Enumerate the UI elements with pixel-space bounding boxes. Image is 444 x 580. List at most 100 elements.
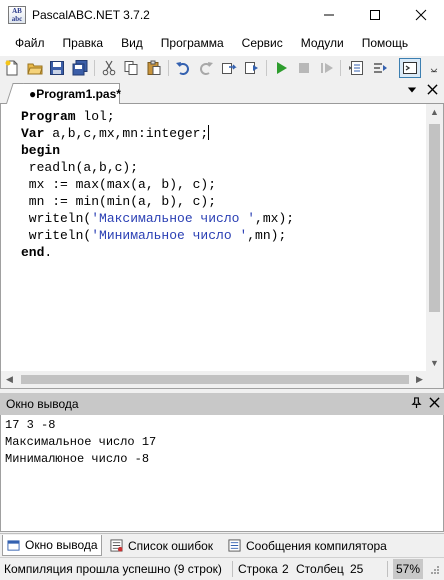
copy-button[interactable]: [122, 59, 140, 77]
code-text[interactable]: Program lol; Var a,b,c,mx,mn:integer; be…: [21, 108, 294, 261]
minimize-icon: [324, 14, 334, 16]
code-line: readln(a,b,c);: [21, 160, 139, 175]
tab-program1[interactable]: ●Program1.pas*: [14, 83, 121, 105]
app-logo-icon: AB abc: [8, 6, 26, 24]
run-to-button[interactable]: [243, 59, 261, 77]
menu-service[interactable]: Сервис: [235, 30, 290, 56]
new-file-button[interactable]: [3, 59, 21, 77]
resize-grip-icon[interactable]: [430, 564, 440, 578]
status-message: Компиляция прошла успешно (9 строк): [4, 562, 222, 576]
cut-icon: [102, 60, 116, 76]
code-line: writeln('Минимальное число ',mn);: [21, 228, 287, 243]
status-line-value: 2: [282, 562, 289, 576]
save-icon: [50, 61, 64, 75]
chevron-down-icon: [407, 87, 417, 93]
run-to-icon: [245, 62, 258, 74]
code-line: end.: [21, 245, 53, 260]
output-panel-title: Окно вывода: [6, 397, 79, 411]
output-line: Максимальное число 17: [5, 435, 157, 449]
tab-list-dropdown[interactable]: [404, 84, 420, 98]
tab-compiler-messages-label: Сообщения компилятора: [246, 538, 387, 553]
paste-icon: [147, 60, 161, 75]
menu-edit[interactable]: Правка: [56, 30, 111, 56]
editor-vertical-scrollbar[interactable]: ▲ ▼: [426, 104, 443, 372]
code-line: mn := min(min(a, b), c);: [21, 194, 217, 209]
cut-button[interactable]: [100, 59, 118, 77]
status-separator: [387, 561, 388, 577]
close-icon: [426, 84, 438, 95]
format-button[interactable]: [347, 59, 365, 77]
bottom-tab-strip: Окно вывода Список ошибок Сообщения комп…: [0, 533, 444, 557]
save-all-button[interactable]: [71, 59, 89, 77]
copy-icon: [124, 61, 138, 75]
tab-compiler-messages[interactable]: Сообщения компилятора: [224, 535, 394, 556]
step-button[interactable]: [318, 59, 336, 77]
stop-icon: [299, 63, 309, 73]
redo-icon: [200, 62, 213, 75]
tab-output-window-label: Окно вывода: [25, 538, 98, 552]
output-line: Минималюное число -8: [5, 452, 150, 466]
toolbar-separator: [266, 60, 267, 76]
scroll-thumb[interactable]: [21, 375, 409, 384]
open-folder-icon: [27, 63, 43, 75]
new-file-icon: [5, 60, 18, 76]
open-button[interactable]: [26, 59, 44, 77]
output-line: 17 3 -8: [5, 418, 56, 432]
find-button[interactable]: [371, 59, 389, 77]
status-separator: [232, 561, 233, 577]
scroll-thumb[interactable]: [429, 124, 440, 312]
close-button[interactable]: [398, 0, 444, 30]
menu-file[interactable]: Файл: [8, 30, 52, 56]
text-caret: [208, 125, 210, 140]
scroll-down-icon[interactable]: ▼: [426, 355, 443, 372]
pin-button[interactable]: [408, 396, 424, 412]
tab-error-list[interactable]: Список ошибок: [106, 535, 220, 556]
title-bar: AB abc PascalABC.NET 3.7.2: [0, 0, 444, 30]
tab-error-list-label: Список ошибок: [128, 538, 214, 553]
toolbar-separator: [340, 60, 341, 76]
compile-button[interactable]: [220, 59, 238, 77]
pin-icon: [410, 397, 422, 408]
menu-modules[interactable]: Модули: [294, 30, 351, 56]
undo-button[interactable]: [174, 59, 192, 77]
run-button[interactable]: [272, 59, 290, 77]
status-line-label: Строка: [238, 562, 278, 576]
paste-button[interactable]: [145, 59, 163, 77]
menu-view[interactable]: Вид: [114, 30, 150, 56]
tab-close-button[interactable]: [424, 84, 440, 98]
minimize-button[interactable]: [306, 0, 352, 30]
stop-button[interactable]: [295, 59, 313, 77]
zoom-level[interactable]: 57%: [393, 559, 423, 579]
menu-help[interactable]: Помощь: [355, 30, 415, 56]
scroll-left-icon[interactable]: ◀: [1, 371, 18, 388]
output-text-area[interactable]: 17 3 -8 Максимальное число 17 Минималюно…: [0, 415, 444, 532]
redo-button[interactable]: [197, 59, 215, 77]
step-icon: [321, 63, 333, 73]
output-close-button[interactable]: [426, 396, 442, 412]
output-window-toggle[interactable]: [399, 58, 421, 78]
editor-horizontal-scrollbar[interactable]: ◀ ▶: [1, 371, 428, 388]
status-col-label: Столбец: [296, 562, 344, 576]
format-icon: [349, 61, 363, 75]
grip-dots-icon: [431, 566, 439, 574]
toolbar: [0, 56, 444, 80]
scrollbar-corner: [426, 371, 443, 388]
code-editor[interactable]: Program lol; Var a,b,c,mx,mn:integer; be…: [0, 104, 444, 389]
maximize-button[interactable]: [352, 0, 398, 30]
status-bar: Компиляция прошла успешно (9 строк) Стро…: [0, 557, 444, 580]
toolbar-separator: [94, 60, 95, 76]
ide-window: AB abc PascalABC.NET 3.7.2 Файл Правка Ви…: [0, 0, 444, 580]
tab-output-window[interactable]: Окно вывода: [2, 535, 102, 556]
undo-icon: [176, 62, 189, 75]
toolbar-overflow-button[interactable]: [428, 59, 440, 77]
compile-icon: [222, 63, 237, 74]
run-icon: [277, 62, 287, 74]
save-all-icon: [72, 60, 88, 76]
save-button[interactable]: [48, 59, 66, 77]
document-tab-strip: ●Program1.pas*: [0, 80, 444, 105]
close-icon: [428, 397, 440, 408]
editor-gutter: [1, 104, 13, 372]
code-line: writeln('Максимальное число ',mx);: [21, 211, 295, 226]
menu-program[interactable]: Программа: [154, 30, 231, 56]
scroll-up-icon[interactable]: ▲: [426, 104, 443, 121]
